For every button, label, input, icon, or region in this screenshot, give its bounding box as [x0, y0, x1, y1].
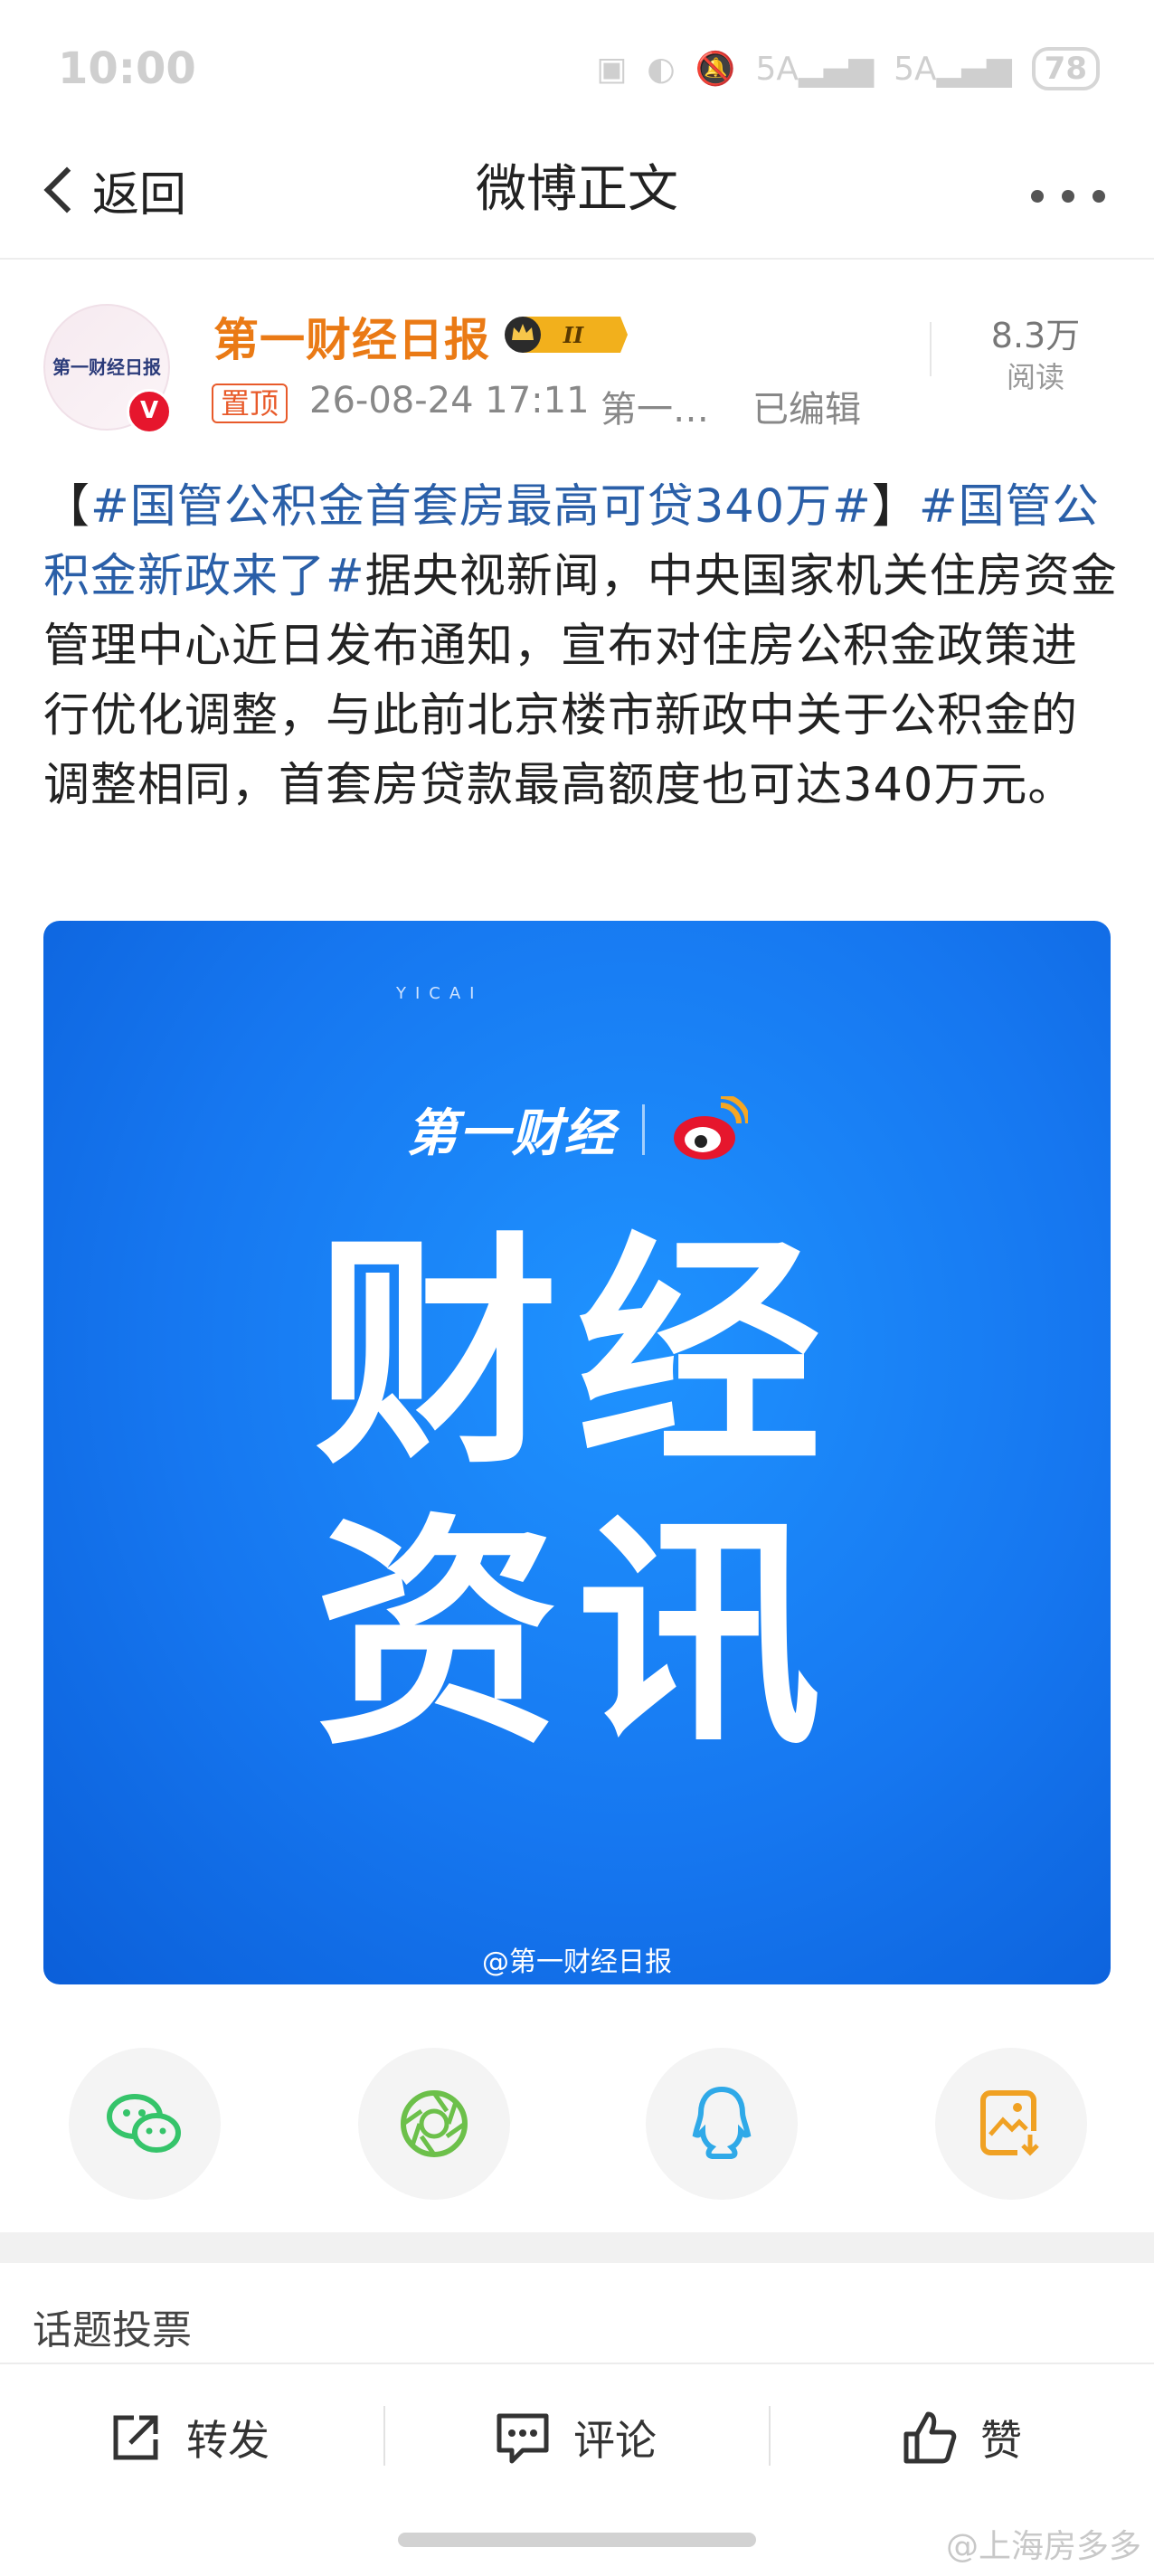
- logo-separator: [641, 1103, 645, 1155]
- more-options-button[interactable]: [1031, 172, 1105, 203]
- wechat-icon: [107, 2094, 181, 2153]
- share-moments-button[interactable]: [358, 2048, 510, 2200]
- image-headline-line1: 财经: [315, 1212, 839, 1497]
- dot-icon: [1062, 190, 1074, 203]
- qq-icon: [692, 2086, 752, 2159]
- corner-watermark: @上海房多多: [945, 2528, 1141, 2565]
- section-divider: [0, 2232, 1154, 2263]
- repost-icon: [113, 2415, 158, 2460]
- post-body: 【#国管公积金首套房最高可贷340万#】#国管公积金新政来了#据央视新闻，中央国…: [43, 472, 1120, 820]
- share-qq-button[interactable]: [646, 2048, 798, 2200]
- share-wechat-button[interactable]: [69, 2048, 221, 2200]
- page-title: 微博正文: [476, 160, 678, 219]
- like-button[interactable]: 赞: [901, 2388, 1022, 2487]
- action-separator: [383, 2406, 385, 2466]
- image-watermark: @第一财经日报: [482, 1946, 672, 1978]
- topic-vote-label[interactable]: 话题投票: [33, 2297, 192, 2355]
- edited-label[interactable]: 已编辑: [752, 380, 861, 432]
- yicai-logo-sub: YICAI: [396, 984, 484, 1003]
- thumbs-up-icon: [903, 2411, 957, 2464]
- author-name[interactable]: 第一财经日报: [213, 304, 490, 369]
- battery-indicator: 78: [1031, 47, 1100, 90]
- nav-divider: [0, 258, 1154, 260]
- do-not-disturb-icon: ◐: [647, 50, 676, 88]
- moments-icon: [401, 2090, 468, 2157]
- save-image-icon: [980, 2090, 1043, 2158]
- post-image[interactable]: 第一财经 YICAI 财经 资讯 @第一财经日报: [43, 921, 1111, 1984]
- mute-icon: 🔕: [695, 51, 736, 88]
- avatar-text: 第一财经日报: [52, 356, 161, 378]
- bracket-close: 】: [871, 480, 919, 534]
- topic-link[interactable]: #国管公积金首套房最高可贷340万#: [90, 480, 872, 534]
- read-label: 阅读: [1006, 360, 1064, 394]
- status-icons: ▣ ◐ 🔕 5A▂▄▆ 5A▂▄▆ 78: [596, 47, 1100, 90]
- yicai-logo: 第一财经: [406, 1104, 617, 1163]
- pinned-tag: 置顶: [212, 384, 288, 423]
- meta-divider: [930, 322, 932, 376]
- comment-label: 评论: [573, 2416, 657, 2465]
- like-label: 赞: [980, 2416, 1022, 2465]
- read-count: 8.3万: [990, 316, 1081, 355]
- signal-icon-1: 5A▂▄▆: [755, 50, 875, 88]
- post-time: 26-08-24 17:11: [309, 380, 590, 421]
- repost-button[interactable]: 转发: [107, 2388, 270, 2487]
- repost-label: 转发: [186, 2416, 270, 2465]
- crown-level-badge[interactable]: II: [503, 313, 629, 356]
- comment-icon: [497, 2413, 549, 2464]
- action-bar-divider: [0, 2363, 1154, 2364]
- image-headline-line2: 资讯: [315, 1492, 839, 1777]
- verified-badge: V: [127, 389, 172, 434]
- post-source: 第一…: [601, 389, 709, 431]
- signal-icon-2: 5A▂▄▆: [894, 50, 1012, 88]
- bracket-open: 【: [43, 480, 91, 534]
- svg-text:II: II: [563, 322, 584, 348]
- dot-icon: [1093, 190, 1105, 203]
- image-logo-row: 第一财经: [43, 1093, 1111, 1166]
- status-time: 10:00: [58, 43, 196, 94]
- home-indicator[interactable]: [398, 2533, 756, 2547]
- action-separator: [769, 2406, 771, 2466]
- weibo-logo-icon: [673, 1095, 748, 1160]
- comment-button[interactable]: 评论: [494, 2388, 657, 2487]
- save-image-button[interactable]: [935, 2048, 1087, 2200]
- dot-icon: [1031, 190, 1044, 203]
- nfc-icon: ▣: [596, 50, 628, 88]
